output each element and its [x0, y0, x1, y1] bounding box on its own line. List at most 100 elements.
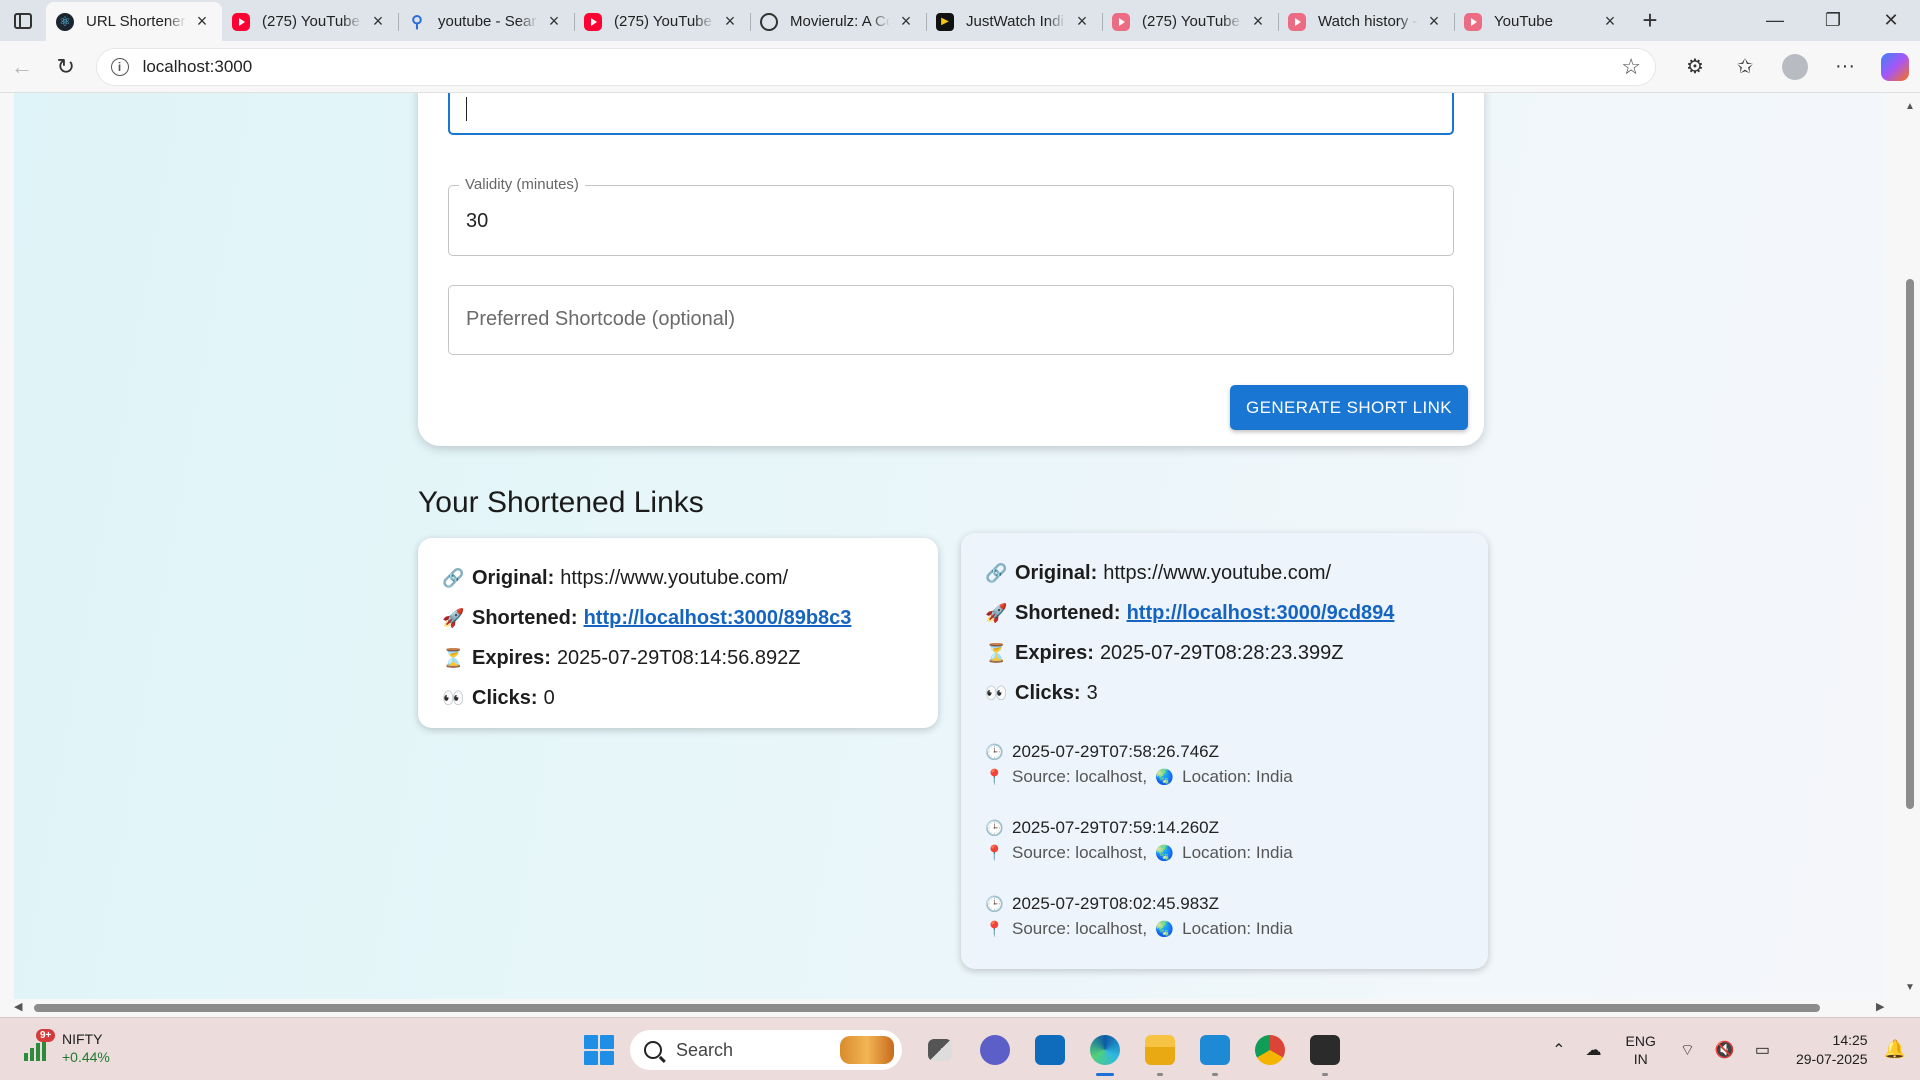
shortcode-input[interactable]: Preferred Shortcode (optional): [448, 285, 1454, 355]
visit-source: Source: localhost,: [1012, 842, 1148, 862]
address-bar[interactable]: i localhost:3000 ☆: [95, 47, 1656, 86]
taskbar: 9+ NIFTY +0.44% Search ⌃ ☁ ENG IN ⌔ 🔇 ▭: [0, 1017, 1920, 1080]
more-menu-icon[interactable]: ···: [1820, 47, 1870, 87]
chevron-up-icon[interactable]: ⌃: [1552, 1040, 1565, 1060]
tab-label: JustWatch Indi: [966, 13, 1064, 30]
visit-source: Source: localhost,: [1012, 766, 1148, 786]
validity-input[interactable]: Validity (minutes) 30: [448, 176, 1454, 256]
expires-value: 2025-07-29T08:14:56.892Z: [556, 646, 801, 669]
rocket-icon: 🚀: [985, 602, 1008, 623]
favorites-icon[interactable]: ✩: [1720, 47, 1770, 87]
language-indicator[interactable]: ENG IN: [1626, 1032, 1656, 1068]
clicks-value: 3: [1086, 681, 1098, 704]
profile-avatar-icon[interactable]: [1782, 53, 1808, 80]
close-icon[interactable]: ×: [1600, 11, 1620, 32]
restore-icon[interactable]: ❐: [1804, 0, 1862, 41]
visit-time-line: 🕒 2025-07-29T07:58:26.746Z: [985, 739, 1464, 764]
address-url[interactable]: localhost:3000: [143, 57, 1622, 77]
tab-youtube[interactable]: (275) YouTube ×: [222, 4, 398, 39]
visit-entry: 🕒 2025-07-29T07:59:14.260Z 📍 Source: loc…: [985, 815, 1464, 865]
horizontal-scrollbar[interactable]: ◀ ▶: [0, 999, 1920, 1017]
tab-justwatch[interactable]: ▶ JustWatch Indi ×: [926, 4, 1102, 39]
tab-movierulz[interactable]: Movierulz: A Co ×: [750, 4, 926, 39]
react-icon: ⚛: [56, 12, 74, 31]
task-view-icon[interactable]: [912, 1028, 967, 1072]
stock-chart-icon: 9+: [24, 1029, 56, 1063]
tab-actions-button[interactable]: [0, 0, 46, 41]
youtube-icon: [232, 12, 250, 31]
back-button[interactable]: ←: [0, 47, 44, 87]
close-icon[interactable]: ×: [544, 11, 564, 32]
close-window-icon[interactable]: ✕: [1862, 0, 1920, 41]
system-tray: ⌃ ☁ ENG IN ⌔ 🔇 ▭ 14:25 29-07-2025 🔔: [1542, 1018, 1920, 1080]
site-info-icon[interactable]: i: [110, 57, 129, 76]
stock-widget[interactable]: 9+ NIFTY +0.44%: [24, 1029, 110, 1066]
scroll-down-icon[interactable]: ▼: [1905, 982, 1915, 993]
clicks-row: 👀 Clicks: 0: [442, 678, 914, 718]
extensions-icon[interactable]: ⚙: [1670, 47, 1720, 87]
close-icon[interactable]: ×: [1072, 11, 1092, 32]
notification-bell-icon[interactable]: 🔔: [1884, 1039, 1906, 1060]
long-url-input[interactable]: [448, 93, 1454, 135]
close-icon[interactable]: ×: [1248, 11, 1268, 32]
youtube-icon: [1112, 12, 1130, 31]
vscode-icon[interactable]: [1187, 1028, 1242, 1076]
validity-value[interactable]: 30: [466, 210, 488, 233]
expires-row: ⏳ Expires: 2025-07-29T08:14:56.892Z: [442, 638, 914, 678]
new-tab-button[interactable]: +: [1630, 0, 1670, 41]
vertical-scrollbar[interactable]: ▲ ▼: [1900, 93, 1920, 999]
teams-icon[interactable]: [967, 1028, 1022, 1072]
minimize-icon[interactable]: —: [1746, 0, 1804, 41]
visit-location: Location: India: [1182, 842, 1293, 862]
globe-icon: [760, 12, 778, 31]
tab-label: (275) YouTube: [1142, 13, 1240, 30]
copilot-icon[interactable]: [1881, 52, 1909, 81]
youtube-icon: [1464, 12, 1482, 31]
original-row: 🔗 Original: https://www.youtube.com/: [442, 558, 914, 598]
tab-youtube[interactable]: (275) YouTube ×: [1102, 4, 1278, 39]
tab-youtube[interactable]: YouTube ×: [1454, 4, 1630, 39]
onedrive-icon[interactable]: ☁: [1586, 1040, 1602, 1060]
text-caret: [466, 97, 467, 121]
windows-start-icon[interactable]: [584, 1035, 614, 1065]
refresh-button[interactable]: ↻: [44, 47, 88, 87]
visit-time: 2025-07-29T07:58:26.746Z: [1012, 741, 1219, 761]
scroll-left-icon[interactable]: ◀: [14, 1000, 22, 1013]
close-icon[interactable]: ×: [368, 11, 388, 32]
eyes-icon: 👀: [442, 687, 465, 708]
clock[interactable]: 14:25 29-07-2025: [1796, 1031, 1868, 1069]
taskbar-search[interactable]: Search: [630, 1030, 902, 1070]
vertical-scroll-thumb[interactable]: [1906, 279, 1914, 809]
tab-label: YouTube: [1494, 13, 1553, 30]
notification-badge: 9+: [36, 1029, 56, 1042]
short-link[interactable]: http://localhost:3000/89b8c3: [584, 607, 852, 630]
close-icon[interactable]: ×: [1424, 11, 1444, 32]
generate-short-link-button[interactable]: GENERATE SHORT LINK: [1230, 385, 1468, 430]
file-explorer-icon[interactable]: [1132, 1028, 1187, 1076]
visit-time: 2025-07-29T08:02:45.983Z: [1012, 893, 1219, 913]
tab-youtube-search[interactable]: ⚲ youtube - Sear ×: [398, 4, 574, 39]
tab-watch-history[interactable]: Watch history - ×: [1278, 4, 1454, 39]
scroll-up-icon[interactable]: ▲: [1905, 101, 1915, 112]
favorite-star-icon[interactable]: ☆: [1621, 54, 1641, 80]
clicks-value: 0: [543, 686, 555, 709]
close-icon[interactable]: ×: [896, 11, 916, 32]
volume-muted-icon[interactable]: 🔇: [1715, 1040, 1735, 1060]
edge-icon[interactable]: [1077, 1028, 1132, 1076]
horizontal-scroll-thumb[interactable]: [34, 1004, 1820, 1012]
hourglass-icon: ⏳: [442, 647, 465, 668]
short-link[interactable]: http://localhost:3000/9cd894: [1127, 602, 1395, 625]
battery-icon[interactable]: ▭: [1755, 1040, 1770, 1060]
close-icon[interactable]: ×: [720, 11, 740, 32]
tab-url-shortener[interactable]: ⚛ URL Shortener ×: [46, 2, 222, 41]
scroll-right-icon[interactable]: ▶: [1876, 1000, 1884, 1013]
wifi-icon[interactable]: ⌔: [1680, 1040, 1695, 1060]
visit-location: Location: India: [1182, 918, 1293, 938]
outlook-icon[interactable]: [1022, 1028, 1077, 1072]
tab-youtube[interactable]: (275) YouTube ×: [574, 4, 750, 39]
links-section-title: Your Shortened Links: [418, 486, 704, 519]
terminal-icon[interactable]: [1297, 1028, 1352, 1076]
chrome-icon[interactable]: [1242, 1028, 1297, 1072]
original-url: https://www.youtube.com/: [560, 566, 789, 589]
close-icon[interactable]: ×: [192, 11, 212, 32]
